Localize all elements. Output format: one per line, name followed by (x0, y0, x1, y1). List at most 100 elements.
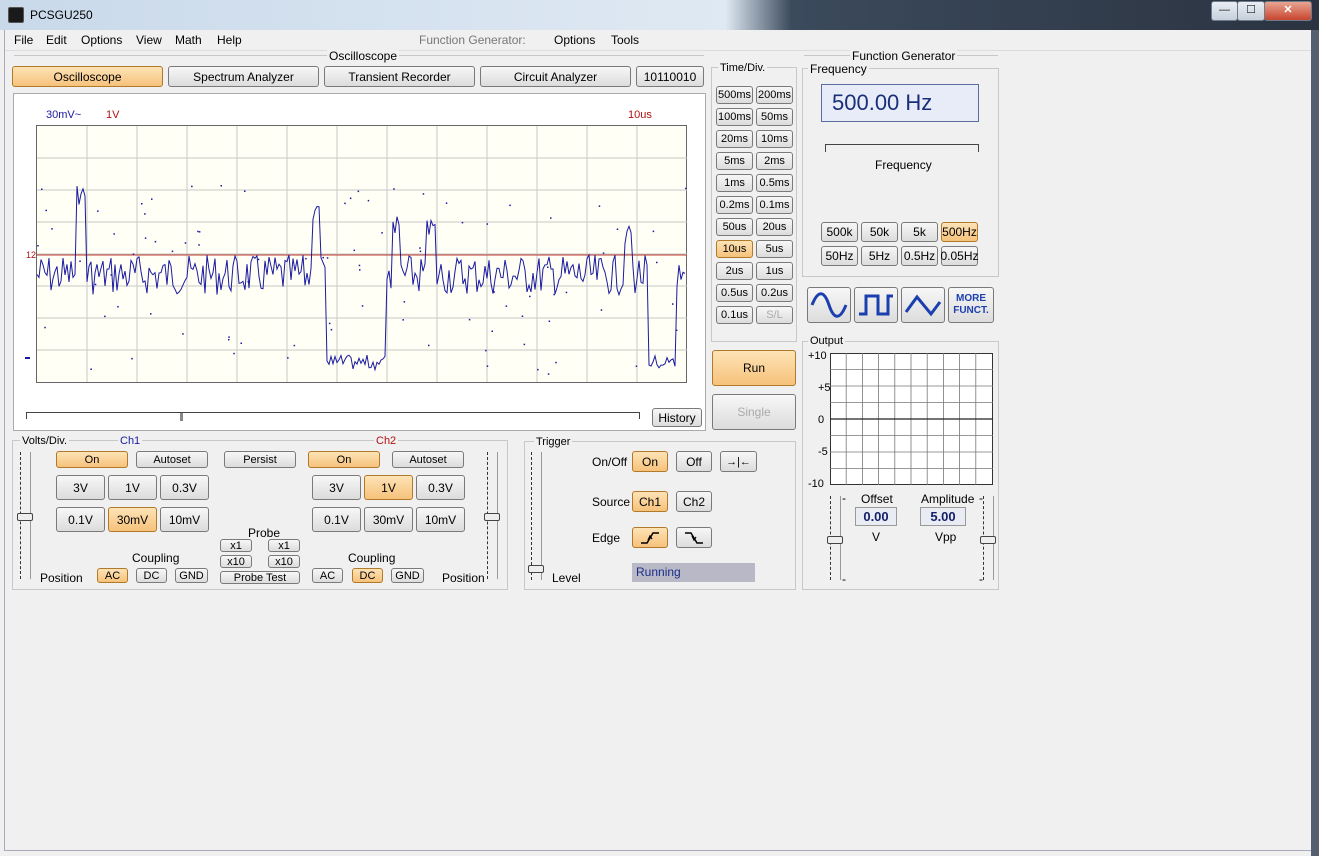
fg-range-500k[interactable]: 500k (821, 222, 858, 242)
trigger-source-ch2[interactable]: Ch2 (676, 491, 712, 512)
menu-fg-tools[interactable]: Tools (611, 33, 639, 47)
timediv-button-0-2ms[interactable]: 0.2ms (716, 196, 753, 214)
timediv-button-5us[interactable]: 5us (756, 240, 793, 258)
fg-range-500Hz[interactable]: 500Hz (941, 222, 978, 242)
amplitude-value[interactable]: 5.00 (920, 507, 966, 526)
ch2-volts-0-1V[interactable]: 0.1V (312, 507, 361, 532)
square-wave-button[interactable] (854, 287, 898, 323)
trigger-level-thumb[interactable] (528, 565, 544, 573)
timediv-button-5ms[interactable]: 5ms (716, 152, 753, 170)
run-button[interactable]: Run (712, 350, 796, 386)
minimize-button[interactable]: — (1211, 1, 1238, 21)
timediv-button-10ms[interactable]: 10ms (756, 130, 793, 148)
tab-oscilloscope[interactable]: Oscilloscope (12, 66, 163, 87)
timediv-button-100ms[interactable]: 100ms (716, 108, 753, 126)
fg-range-50k[interactable]: 50k (861, 222, 898, 242)
sine-wave-button[interactable] (807, 287, 851, 323)
ch1-autoset-button[interactable]: Autoset (136, 451, 208, 468)
ch2-coupling-dc[interactable]: DC (352, 568, 383, 583)
timediv-button-10us[interactable]: 10us (716, 240, 753, 258)
timediv-button-0-1us[interactable]: 0.1us (716, 306, 753, 324)
scope-scroll-thumb[interactable] (180, 413, 183, 421)
tab-spectrum-analyzer[interactable]: Spectrum Analyzer (168, 66, 319, 87)
single-button[interactable]: Single (712, 394, 796, 430)
timediv-button-2us[interactable]: 2us (716, 262, 753, 280)
probe-test-button[interactable]: Probe Test (220, 571, 300, 584)
menu-edit[interactable]: Edit (46, 33, 67, 47)
trigger-off-button[interactable]: Off (676, 451, 712, 472)
scope-scrollbar[interactable] (26, 412, 640, 419)
ch2-probe-x10[interactable]: x10 (268, 555, 300, 568)
tab-logic[interactable]: 10110010 (636, 66, 704, 87)
scope-screen[interactable] (36, 125, 688, 384)
title-bar[interactable]: PCSGU250 — ☐ ✕ (0, 0, 1319, 30)
fg-range-0-05Hz[interactable]: 0.05Hz (940, 246, 979, 266)
timediv-button-1us[interactable]: 1us (756, 262, 793, 280)
ch1-volts-30mV[interactable]: 30mV (108, 507, 157, 532)
ch1-coupling-dc[interactable]: DC (136, 568, 167, 583)
timediv-button-2ms[interactable]: 2ms (756, 152, 793, 170)
menu-file[interactable]: File (14, 33, 33, 47)
timediv-button-0-2us[interactable]: 0.2us (756, 284, 793, 302)
ch2-volts-10mV[interactable]: 10mV (416, 507, 465, 532)
more-functions-button[interactable]: MORE FUNCT. (948, 287, 994, 323)
timediv-button-500ms[interactable]: 500ms (716, 86, 753, 104)
trigger-center-icon[interactable]: →|← (720, 451, 757, 472)
ch2-on-button[interactable]: On (308, 451, 380, 468)
offset-value[interactable]: 0.00 (855, 507, 897, 526)
rising-edge-icon[interactable] (632, 527, 668, 548)
ch1-on-button[interactable]: On (56, 451, 128, 468)
ch2-volts-30mV[interactable]: 30mV (364, 507, 413, 532)
ch2-position-thumb[interactable] (484, 513, 500, 521)
fg-range-5Hz[interactable]: 5Hz (861, 246, 898, 266)
ch1-position-thumb[interactable] (17, 513, 33, 521)
timediv-button-1ms[interactable]: 1ms (716, 174, 753, 192)
ch2-coupling-gnd[interactable]: GND (391, 568, 424, 583)
fg-range-50Hz[interactable]: 50Hz (821, 246, 858, 266)
trigger-on-button[interactable]: On (632, 451, 668, 472)
history-button[interactable]: History (652, 408, 702, 427)
timediv-button-20ms[interactable]: 20ms (716, 130, 753, 148)
ch1-coupling-ac[interactable]: AC (97, 568, 128, 583)
ch2-probe-x1[interactable]: x1 (268, 539, 300, 552)
fg-range-5k[interactable]: 5k (901, 222, 938, 242)
timediv-button-50us[interactable]: 50us (716, 218, 753, 236)
ch1-volts-0-3V[interactable]: 0.3V (160, 475, 209, 500)
fg-range-0-5Hz[interactable]: 0.5Hz (901, 246, 938, 266)
ch1-probe-x1[interactable]: x1 (220, 539, 252, 552)
falling-edge-icon[interactable] (676, 527, 712, 548)
tab-transient-recorder[interactable]: Transient Recorder (324, 66, 475, 87)
timediv-button-0-5ms[interactable]: 0.5ms (756, 174, 793, 192)
menu-fg-options[interactable]: Options (554, 33, 595, 47)
ch2-volts-1V[interactable]: 1V (364, 475, 413, 500)
ch1-volts-3V[interactable]: 3V (56, 475, 105, 500)
ch1-volts-0-1V[interactable]: 0.1V (56, 507, 105, 532)
timediv-button-0-1ms[interactable]: 0.1ms (756, 196, 793, 214)
timediv-button-S-L[interactable]: S/L (756, 306, 793, 324)
tab-circuit-analyzer[interactable]: Circuit Analyzer (480, 66, 631, 87)
ch1-probe-x10[interactable]: x10 (220, 555, 252, 568)
menu-help[interactable]: Help (217, 33, 242, 47)
triangle-wave-button[interactable] (901, 287, 945, 323)
menu-options[interactable]: Options (81, 33, 122, 47)
trigger-level-slider[interactable] (531, 452, 542, 580)
offset-slider-thumb[interactable] (827, 536, 843, 544)
close-button[interactable]: ✕ (1264, 1, 1312, 21)
ch2-volts-0-3V[interactable]: 0.3V (416, 475, 465, 500)
timediv-button-0-5us[interactable]: 0.5us (716, 284, 753, 302)
ch2-coupling-ac[interactable]: AC (312, 568, 343, 583)
menu-math[interactable]: Math (175, 33, 202, 47)
persist-button[interactable]: Persist (224, 451, 296, 468)
trigger-source-ch1[interactable]: Ch1 (632, 491, 668, 512)
ch1-volts-1V[interactable]: 1V (108, 475, 157, 500)
frequency-slider[interactable] (825, 144, 979, 152)
timediv-button-20us[interactable]: 20us (756, 218, 793, 236)
menu-view[interactable]: View (136, 33, 162, 47)
timediv-button-200ms[interactable]: 200ms (756, 86, 793, 104)
ch2-autoset-button[interactable]: Autoset (392, 451, 464, 468)
ch2-volts-3V[interactable]: 3V (312, 475, 361, 500)
ch1-coupling-gnd[interactable]: GND (175, 568, 208, 583)
amplitude-slider-thumb[interactable] (980, 536, 996, 544)
ch1-volts-10mV[interactable]: 10mV (160, 507, 209, 532)
timediv-button-50ms[interactable]: 50ms (756, 108, 793, 126)
